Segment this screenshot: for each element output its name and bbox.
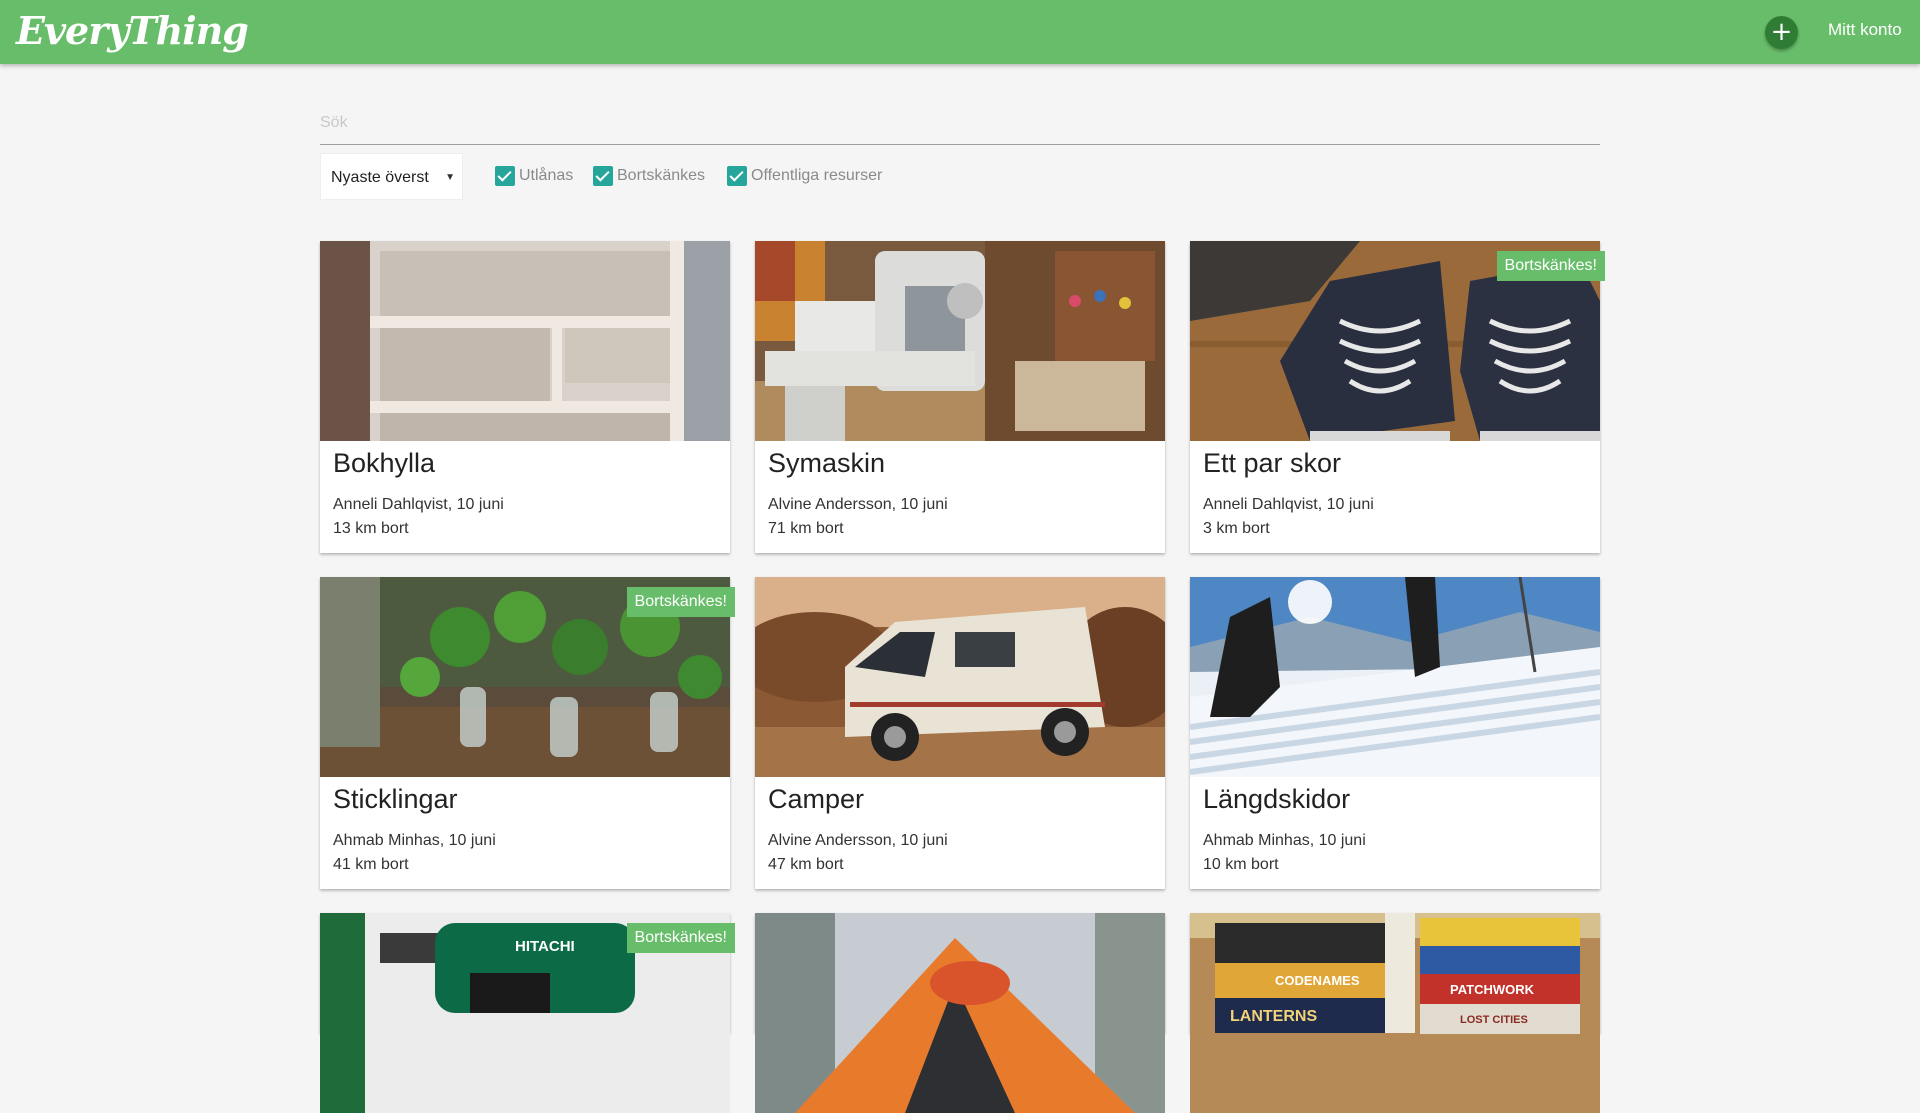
game-box-label: PATCHWORK bbox=[1450, 982, 1535, 997]
giveaway-badge: Bortskänkes! bbox=[626, 923, 735, 953]
item-card[interactable]: Bortskänkes! Sticklingar Ahmab Minhas, 1… bbox=[320, 577, 735, 889]
item-owner-date: Anneli Dahlqvist, 10 juni bbox=[1203, 496, 1374, 513]
filter-checkbox-offentliga[interactable]: Offentliga resurser bbox=[727, 165, 882, 187]
giveaway-badge: Bortskänkes! bbox=[626, 587, 735, 617]
item-image-board-games: CODENAMES LANTERNS PATCHWORK LOST CITIES bbox=[1190, 913, 1600, 1113]
item-meta: Anneli Dahlqvist, 10 juni 3 km bort bbox=[1203, 493, 1374, 541]
item-owner-date: Alvine Andersson, 10 juni bbox=[768, 496, 948, 513]
item-image-camper-van bbox=[755, 577, 1165, 777]
checkbox-checked-icon bbox=[593, 166, 613, 186]
top-app-bar: EveryThing + Mitt konto bbox=[0, 0, 1920, 64]
item-image-bookshelf bbox=[320, 241, 730, 441]
item-title: Sticklingar bbox=[333, 784, 458, 814]
item-meta: Ahmab Minhas, 10 juni 41 km bort bbox=[333, 829, 496, 877]
item-owner-date: Ahmab Minhas, 10 juni bbox=[1203, 832, 1366, 849]
item-card[interactable] bbox=[755, 913, 1165, 1113]
account-link[interactable]: Mitt konto bbox=[1828, 20, 1902, 40]
item-title: Ett par skor bbox=[1203, 448, 1342, 478]
game-box-label: LANTERNS bbox=[1230, 1008, 1317, 1025]
item-owner-date: Alvine Andersson, 10 juni bbox=[768, 832, 948, 849]
item-meta: Alvine Andersson, 10 juni 71 km bort bbox=[768, 493, 948, 541]
item-image-sewing-machine bbox=[755, 241, 1165, 441]
checkbox-label: Offentliga resurser bbox=[751, 167, 883, 184]
item-title: Längdskidor bbox=[1203, 784, 1351, 814]
game-box-label: LOST CITIES bbox=[1460, 1014, 1528, 1026]
giveaway-badge: Bortskänkes! bbox=[1496, 251, 1605, 281]
item-distance: 41 km bort bbox=[333, 856, 409, 873]
checkbox-label: Bortskänkes bbox=[617, 167, 706, 184]
item-card[interactable]: CODENAMES LANTERNS PATCHWORK LOST CITIES bbox=[1190, 913, 1600, 1113]
item-distance: 13 km bort bbox=[333, 520, 409, 537]
item-meta: Ahmab Minhas, 10 juni 10 km bort bbox=[1203, 829, 1366, 877]
item-card[interactable]: Bortskänkes! Ett par skor Anneli Dahlqvi… bbox=[1190, 241, 1605, 553]
item-distance: 10 km bort bbox=[1203, 856, 1279, 873]
filter-checkbox-bortskankes[interactable]: Bortskänkes bbox=[593, 165, 705, 187]
item-card[interactable]: Bokhylla Anneli Dahlqvist, 10 juni 13 km… bbox=[320, 241, 730, 553]
sort-selected-value: Nyaste överst bbox=[331, 169, 429, 186]
logo[interactable]: EveryThing bbox=[16, 6, 249, 56]
sort-select[interactable]: Nyaste överst ▼ bbox=[320, 153, 463, 200]
item-distance: 3 km bort bbox=[1203, 520, 1270, 537]
item-owner-date: Anneli Dahlqvist, 10 juni bbox=[333, 496, 504, 513]
item-distance: 47 km bort bbox=[768, 856, 844, 873]
item-card[interactable]: Längdskidor Ahmab Minhas, 10 juni 10 km … bbox=[1190, 577, 1600, 889]
item-card[interactable]: Symaskin Alvine Andersson, 10 juni 71 km… bbox=[755, 241, 1165, 553]
add-item-button[interactable]: + bbox=[1765, 16, 1798, 49]
item-title: Camper bbox=[768, 784, 865, 814]
checkbox-label: Utlånas bbox=[519, 167, 574, 184]
item-card[interactable]: HITACHI Bortskänkes! bbox=[320, 913, 735, 1113]
item-card[interactable]: Camper Alvine Andersson, 10 juni 47 km b… bbox=[755, 577, 1165, 889]
item-owner-date: Ahmab Minhas, 10 juni bbox=[333, 832, 496, 849]
item-image-tent bbox=[755, 913, 1165, 1113]
checkbox-checked-icon bbox=[495, 166, 515, 186]
item-title: Bokhylla bbox=[333, 448, 436, 478]
game-box-label: CODENAMES bbox=[1275, 973, 1360, 988]
caret-down-icon: ▼ bbox=[445, 172, 455, 183]
checkbox-checked-icon bbox=[727, 166, 747, 186]
filter-checkbox-utlanas[interactable]: Utlånas bbox=[495, 165, 573, 187]
item-meta: Alvine Andersson, 10 juni 47 km bort bbox=[768, 829, 948, 877]
item-meta: Anneli Dahlqvist, 10 juni 13 km bort bbox=[333, 493, 504, 541]
drill-brand-text: HITACHI bbox=[515, 938, 575, 955]
plus-icon: + bbox=[1770, 17, 1793, 47]
search-input[interactable] bbox=[320, 104, 1600, 142]
item-distance: 71 km bort bbox=[768, 520, 844, 537]
item-title: Symaskin bbox=[768, 448, 886, 478]
search-field bbox=[320, 104, 1600, 145]
item-image-cross-country-skis bbox=[1190, 577, 1600, 777]
